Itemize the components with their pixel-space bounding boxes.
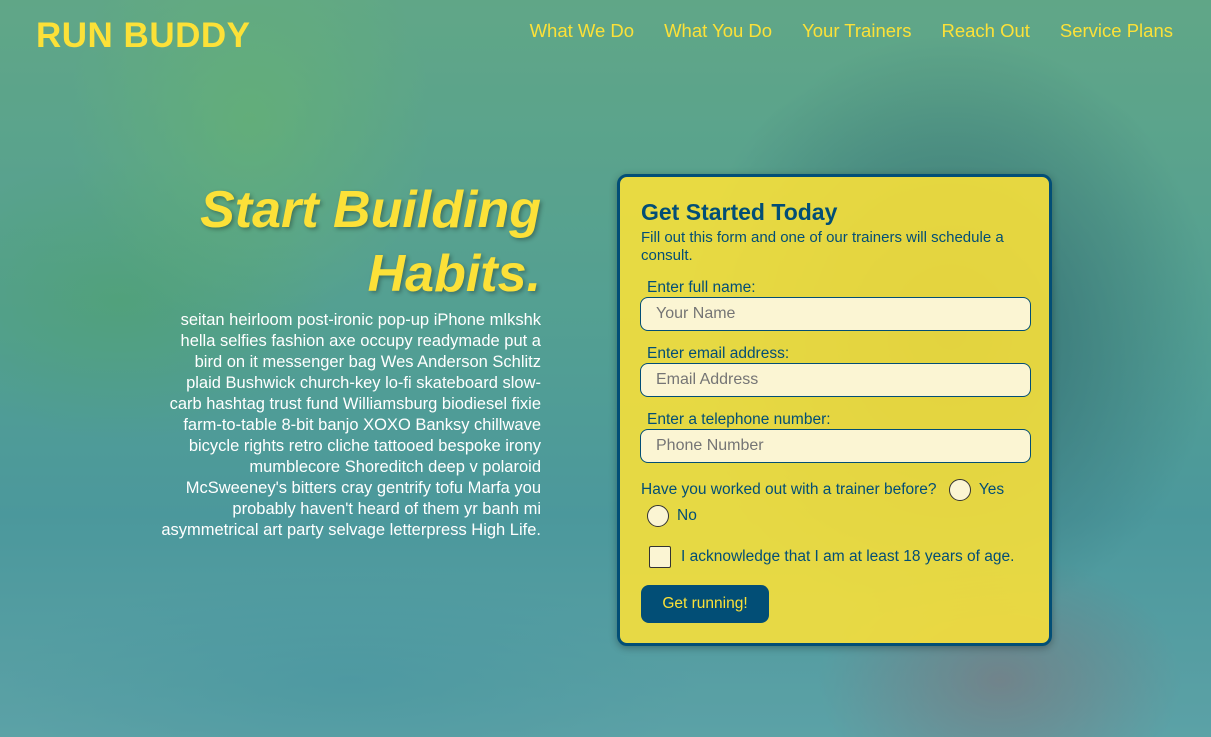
- submit-button[interactable]: Get running!: [641, 585, 769, 624]
- form-title: Get Started Today: [641, 199, 838, 225]
- age-checkbox[interactable]: [649, 546, 671, 569]
- radio-yes-label: Yes: [978, 481, 1005, 498]
- name-field-group: Enter full name:: [640, 279, 1031, 331]
- phone-label: Enter a telephone number:: [647, 411, 831, 428]
- radio-no-circle[interactable]: [647, 505, 669, 528]
- email-field-group: Enter email address:: [640, 345, 1031, 397]
- signup-form: Get Started Today Fill out this form and…: [617, 174, 1052, 646]
- name-input[interactable]: [640, 297, 1031, 331]
- email-label: Enter email address:: [647, 345, 790, 362]
- name-label: Enter full name:: [647, 279, 756, 296]
- trainer-question-label: Have you worked out with a trainer befor…: [641, 481, 937, 499]
- hero-title: Start Building Habits.: [200, 181, 541, 303]
- age-acknowledge-group: I acknowledge that I am at least 18 year…: [641, 546, 1029, 569]
- radio-no-label: No: [677, 507, 697, 525]
- nav-your-trainers[interactable]: Your Trainers: [802, 20, 911, 42]
- phone-input[interactable]: [640, 429, 1031, 463]
- form-description: Fill out this form and one of our traine…: [641, 229, 1004, 264]
- email-input[interactable]: [640, 363, 1031, 397]
- hero-intro: Start Building Habits. seitan heirloom p…: [160, 178, 541, 541]
- radio-yes[interactable]: Yes: [948, 478, 1005, 502]
- logo[interactable]: RUN BUDDY: [36, 16, 251, 56]
- nav-reach-out[interactable]: Reach Out: [941, 20, 1029, 42]
- radio-yes-circle[interactable]: [948, 479, 971, 501]
- hero-body-text: seitan heirloom post-ironic pop-up iPhon…: [161, 311, 541, 539]
- trainer-question-group: Have you worked out with a trainer befor…: [641, 478, 1029, 528]
- site-header: RUN BUDDY What We Do What You Do Your Tr…: [0, 0, 1211, 70]
- age-checkbox-label: I acknowledge that I am at least 18 year…: [681, 548, 1015, 566]
- nav-what-we-do[interactable]: What We Do: [530, 20, 635, 42]
- radio-no[interactable]: No: [647, 504, 697, 528]
- nav-service-plans[interactable]: Service Plans: [1060, 20, 1173, 42]
- phone-field-group: Enter a telephone number:: [640, 411, 1031, 463]
- main-nav: What We Do What You Do Your Trainers Rea…: [530, 20, 1173, 42]
- nav-what-you-do[interactable]: What You Do: [664, 20, 772, 42]
